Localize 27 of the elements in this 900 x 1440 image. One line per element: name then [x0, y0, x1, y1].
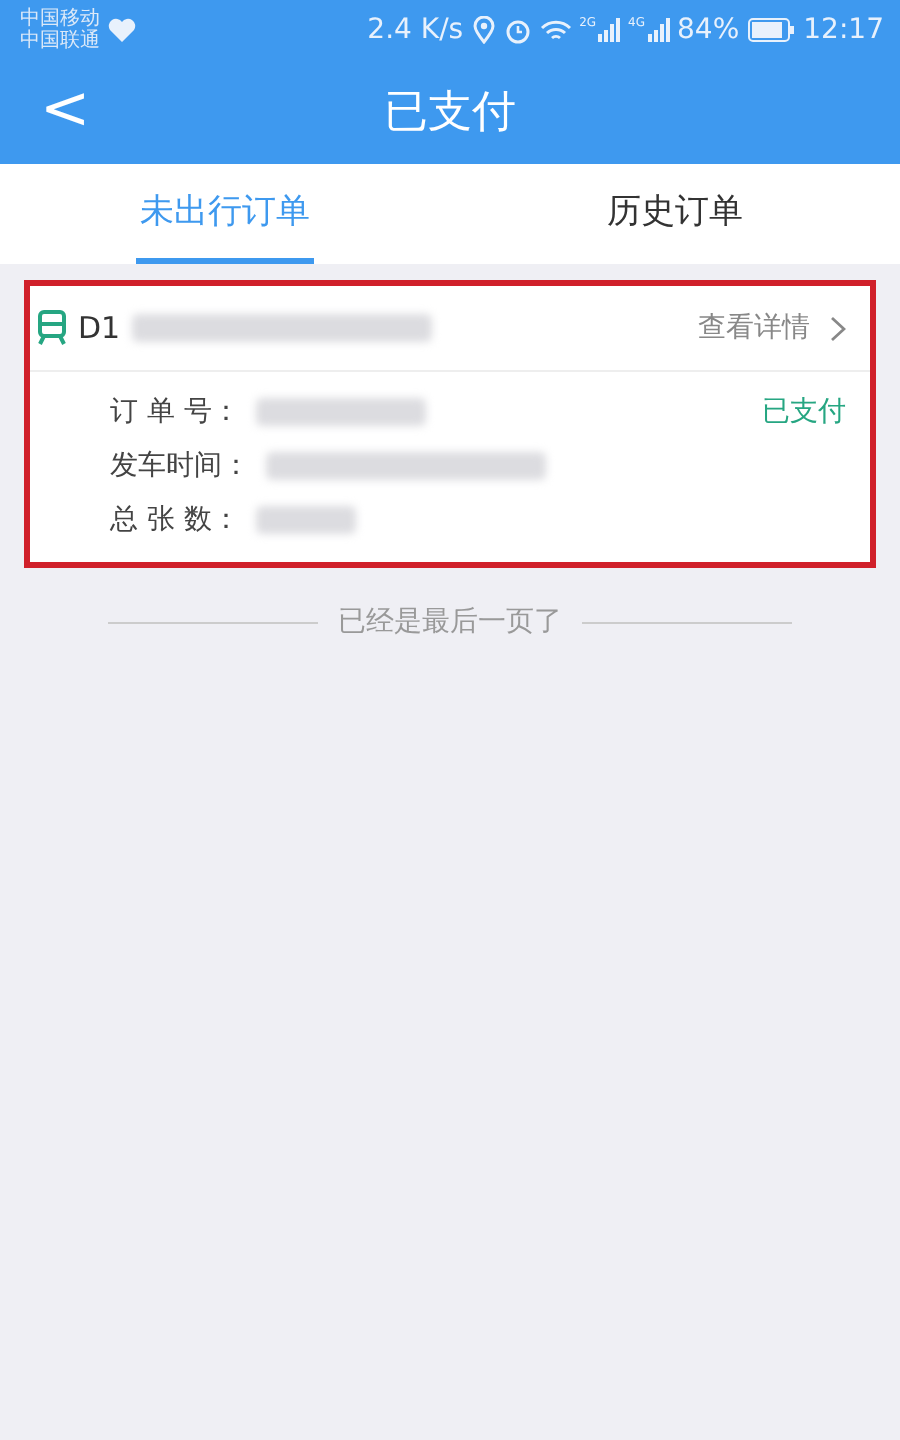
- signal-icon: [647, 18, 670, 42]
- wifi-icon: [539, 17, 572, 43]
- tab[interactable]: 未出行订单: [136, 164, 314, 264]
- end-of-list-note: 已经是最后一页了: [338, 604, 562, 640]
- signal-icon: [598, 18, 621, 42]
- field-label: 总 张 数：: [110, 501, 240, 537]
- train-number: D1: [78, 310, 121, 346]
- heart-icon: [108, 18, 136, 42]
- page-title: 已支付: [384, 86, 516, 142]
- network-speed: 2.4 K/s: [367, 14, 464, 46]
- field-label: 发车时间：: [110, 447, 250, 483]
- carrier-name: 中国联通: [20, 30, 100, 52]
- clock-time: 12:17: [803, 14, 884, 46]
- tab[interactable]: 历史订单: [586, 164, 764, 264]
- chevron-right-icon: [830, 315, 846, 341]
- back-button[interactable]: <: [28, 76, 103, 144]
- redaction-blur: [255, 505, 356, 533]
- order-card[interactable]: D1 查看详情 订 单 号： 已支付 发车时间： 总 张 数：: [24, 280, 876, 568]
- carrier-name: 中国移动: [20, 8, 100, 30]
- battery-icon: [747, 18, 796, 42]
- location-icon: [471, 16, 496, 44]
- order-status: 已支付: [762, 393, 846, 429]
- field-label: 订 单 号：: [110, 393, 240, 429]
- battery-percent: 84%: [677, 14, 740, 46]
- train-icon: [38, 310, 66, 346]
- view-details-link[interactable]: 查看详情: [698, 310, 810, 346]
- alarm-icon: [503, 16, 532, 44]
